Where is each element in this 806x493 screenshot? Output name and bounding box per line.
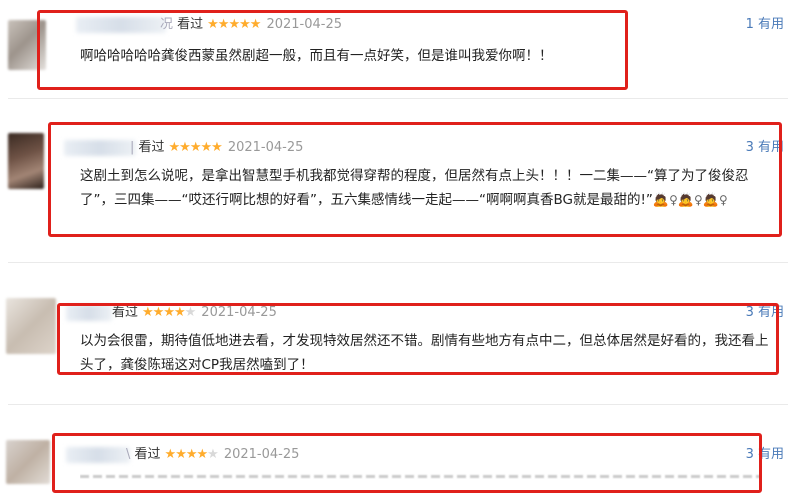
highlight-box (37, 10, 628, 90)
avatar[interactable] (6, 298, 56, 354)
avatar[interactable] (6, 440, 50, 484)
highlight-box (57, 303, 779, 375)
highlight-box (48, 122, 782, 237)
useful-button[interactable]: 1 有用 (746, 16, 784, 34)
divider (8, 98, 788, 99)
highlight-box (52, 433, 762, 493)
avatar[interactable] (8, 133, 44, 189)
